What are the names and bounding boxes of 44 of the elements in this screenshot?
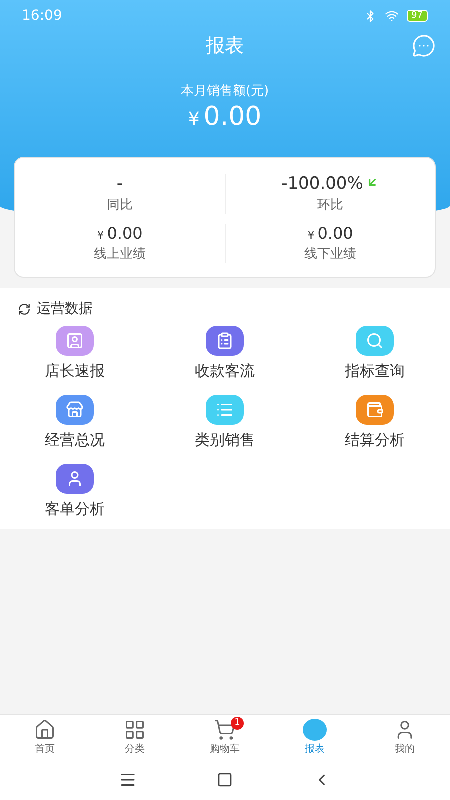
home-button-icon[interactable] — [217, 772, 233, 788]
menu-item[interactable]: 店长速报 — [0, 326, 150, 381]
section-title: 运营数据 — [37, 300, 93, 318]
page-title: 报表 — [206, 34, 244, 59]
list-icon — [216, 401, 234, 419]
battery-level: 97 — [406, 10, 428, 22]
search-icon — [366, 332, 384, 350]
home-icon — [34, 719, 56, 741]
wifi-icon — [384, 9, 399, 23]
stat-label: 线上业绩 — [94, 246, 146, 263]
person-card-icon — [66, 332, 84, 350]
person-icon — [66, 470, 84, 488]
grid-icon — [124, 719, 146, 741]
menu-item[interactable]: 收款客流 — [150, 326, 300, 381]
stat-value: 0.00 — [318, 224, 354, 243]
menu-item[interactable]: 结算分析 — [300, 395, 450, 450]
menu-item[interactable]: 指标查询 — [300, 326, 450, 381]
tab[interactable]: 分类 — [90, 715, 180, 760]
menu-item[interactable]: 类别销售 — [150, 395, 300, 450]
status-time: 16:09 — [22, 8, 62, 24]
tab[interactable]: 首页 — [0, 715, 90, 760]
stat-label: 同比 — [107, 197, 133, 214]
tab[interactable]: 购物车 1 — [180, 715, 270, 760]
tab[interactable]: 我的 — [360, 715, 450, 760]
stat-value: - — [116, 174, 124, 194]
refresh-icon — [18, 302, 31, 316]
currency-sign: ¥ — [97, 229, 104, 242]
stat-label: 环比 — [318, 197, 344, 214]
tab[interactable]: 报表 — [270, 715, 360, 760]
clipboard-icon — [216, 332, 234, 350]
count-badge: 1 — [231, 717, 244, 730]
store-icon — [66, 401, 84, 419]
sales-label: 本月销售额(元) — [180, 83, 270, 100]
menu-item[interactable]: 经营总况 — [0, 395, 150, 450]
menu-icon[interactable] — [119, 771, 137, 789]
currency-sign: ¥ — [308, 229, 315, 242]
currency-sign: ¥ — [188, 109, 200, 130]
wallet-icon — [366, 401, 384, 419]
stat-label: 线下业绩 — [304, 246, 356, 263]
menu-item[interactable]: 客单分析 — [0, 464, 150, 519]
cart-icon — [214, 719, 236, 741]
sales-amount: 0.00 — [204, 102, 262, 132]
stat-value: -100.00% — [282, 174, 364, 194]
stat-value: 0.00 — [107, 224, 143, 243]
